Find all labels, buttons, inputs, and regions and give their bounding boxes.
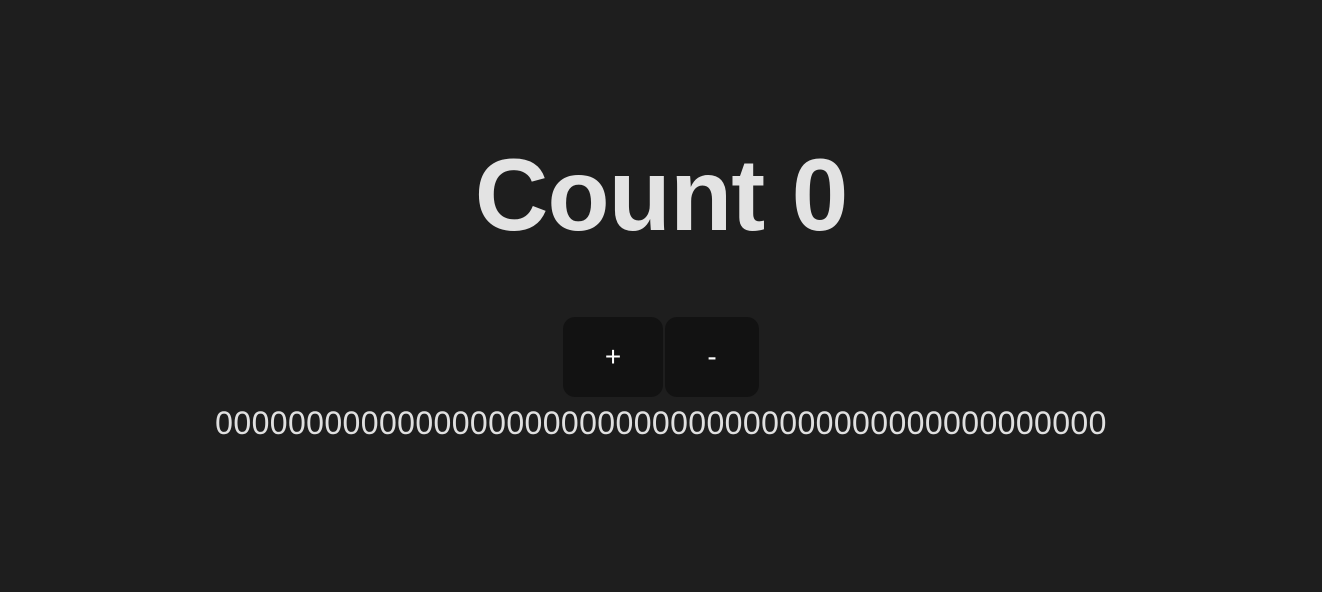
count-history-text: 0000000000000000000000000000000000000000… — [215, 405, 1107, 441]
increment-button[interactable]: + — [563, 317, 663, 397]
counter-app: Count 0 + - 0000000000000000000000000000… — [0, 0, 1322, 592]
counter-controls: + - — [563, 317, 759, 397]
count-heading: Count 0 — [474, 138, 849, 252]
decrement-button[interactable]: - — [665, 317, 759, 397]
